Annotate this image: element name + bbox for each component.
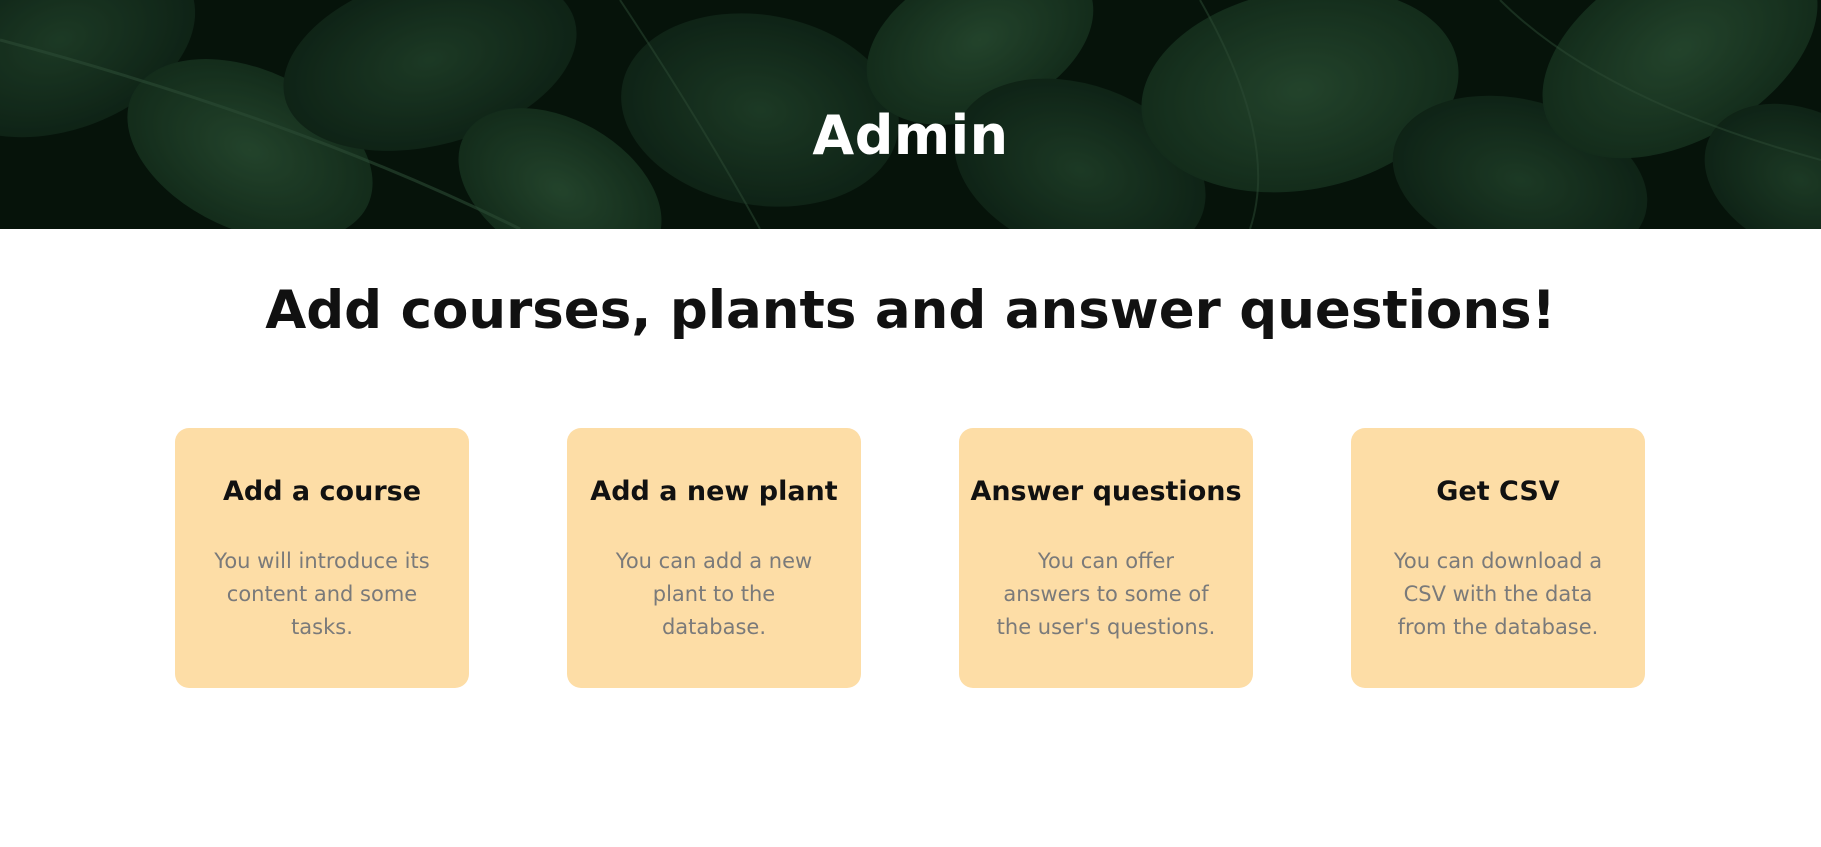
card-title: Add a new plant	[590, 476, 838, 507]
card-description: You can offer answers to some of the use…	[996, 549, 1216, 639]
add-plant-card[interactable]: Add a new plant You can add a new plant …	[567, 428, 861, 688]
section-headline: Add courses, plants and answer questions…	[265, 280, 1556, 341]
card-title: Get CSV	[1436, 476, 1560, 507]
card-title: Answer questions	[970, 476, 1242, 507]
answer-questions-card[interactable]: Answer questions You can offer answers t…	[959, 428, 1253, 688]
add-course-card[interactable]: Add a course You will introduce its cont…	[175, 428, 469, 688]
card-description: You can add a new plant to the database.	[615, 549, 813, 639]
card-title: Add a course	[222, 476, 422, 507]
card-description: You can download a CSV with the data fro…	[1393, 549, 1603, 639]
page-title: Admin	[812, 104, 1009, 167]
card-description: You will introduce its content and some …	[214, 549, 430, 639]
admin-action-cards: Add a course You will introduce its cont…	[175, 428, 1645, 688]
hero-banner: Admin	[0, 0, 1821, 229]
get-csv-card[interactable]: Get CSV You can download a CSV with the …	[1351, 428, 1645, 688]
